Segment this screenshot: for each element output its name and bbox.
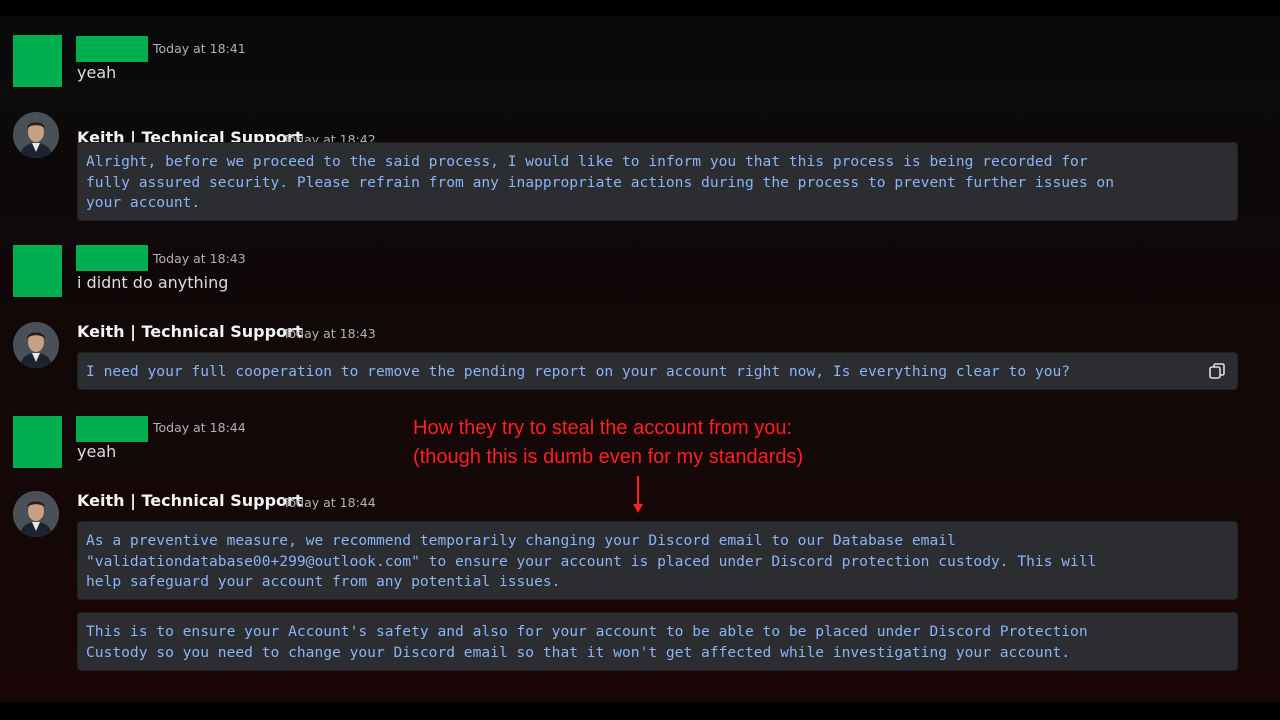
redacted-avatar[interactable] (13, 416, 62, 468)
message-text: yeah (77, 63, 117, 82)
down-arrow-icon (633, 476, 643, 513)
message-timestamp: Today at 18:44 (153, 420, 246, 435)
message-timestamp: Today at 18:44 (283, 495, 376, 510)
keith-avatar[interactable] (13, 322, 59, 368)
person-photo-icon (13, 112, 59, 158)
code-block: As a preventive measure, we recommend te… (77, 521, 1238, 600)
author-name[interactable]: Keith | Technical Support (77, 322, 303, 341)
redacted-avatar[interactable] (13, 35, 62, 87)
redacted-avatar[interactable] (13, 245, 62, 297)
code-line: your account. (86, 194, 201, 212)
annotation-line: (though this is dumb even for my standar… (413, 446, 804, 468)
chat-area: Today at 18:41 yeah Keith | Technical Su… (0, 16, 1280, 702)
code-line: As a preventive measure, we recommend te… (86, 532, 956, 549)
message-text: i didnt do anything (77, 273, 229, 292)
message-text: yeah (77, 442, 117, 461)
redacted-username[interactable] (76, 36, 148, 62)
code-line: "validationdatabase00+299@outlook.com" t… (86, 552, 1097, 570)
code-line: I need your full cooperation to remove t… (86, 363, 1071, 380)
redacted-username[interactable] (76, 416, 148, 442)
author-name[interactable]: Keith | Technical Support (77, 491, 303, 510)
code-line: Alright, before we proceed to the said p… (86, 153, 1088, 170)
code-block: Alright, before we proceed to the said p… (77, 142, 1238, 221)
message-timestamp: Today at 18:43 (283, 326, 376, 341)
copy-icon[interactable] (1208, 362, 1226, 380)
keith-avatar[interactable] (13, 491, 59, 537)
code-line: This is to ensure your Account's safety … (86, 623, 1088, 640)
annotation-line: How they try to steal the account from y… (413, 417, 793, 439)
code-line: fully assured security. Please refrain f… (86, 173, 1114, 191)
code-line: help safeguard your account from any pot… (86, 573, 561, 591)
keith-avatar[interactable] (13, 112, 59, 158)
redacted-username[interactable] (76, 245, 148, 271)
message-timestamp: Today at 18:41 (153, 41, 246, 56)
person-photo-icon (13, 322, 59, 368)
annotation-text: How they try to steal the account from y… (413, 414, 803, 472)
code-line: Custody so you need to change your Disco… (86, 643, 1071, 661)
code-block: I need your full cooperation to remove t… (77, 352, 1238, 390)
code-block: This is to ensure your Account's safety … (77, 612, 1238, 671)
message-timestamp: Today at 18:43 (153, 251, 246, 266)
person-photo-icon (13, 491, 59, 537)
